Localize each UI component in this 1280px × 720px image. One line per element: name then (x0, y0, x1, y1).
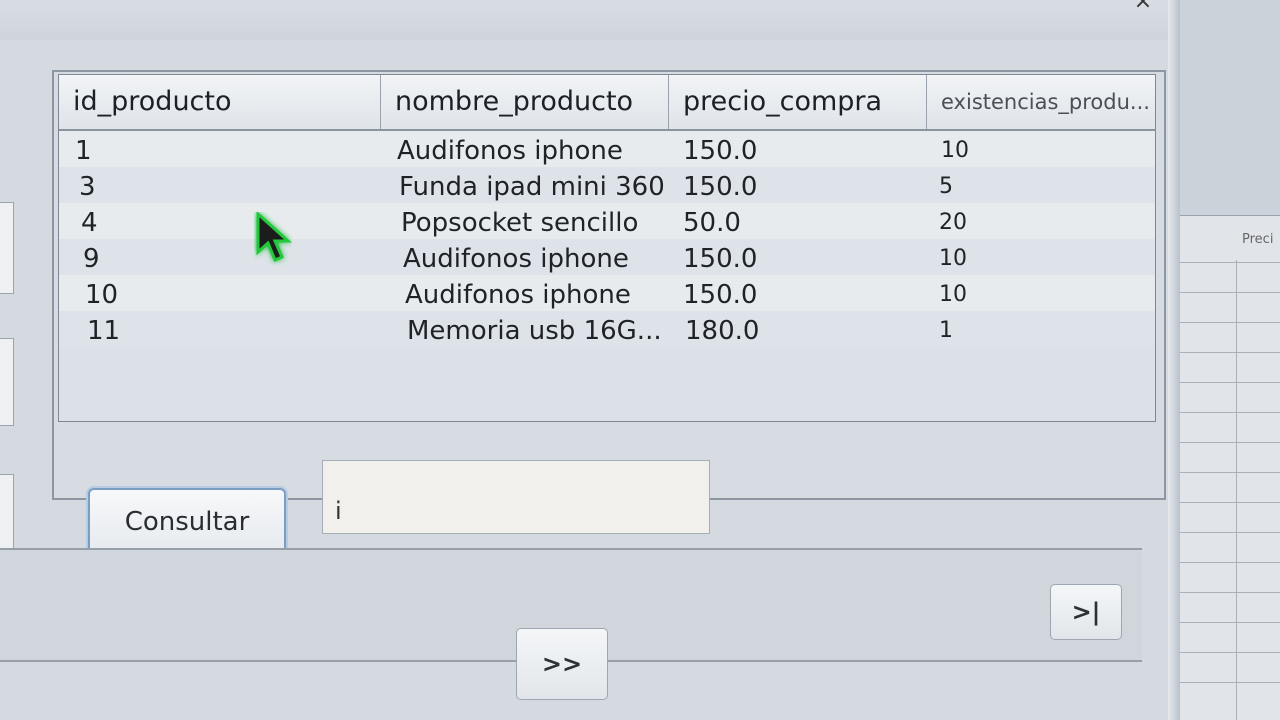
cell-precio: 150.0 (683, 244, 758, 274)
window-title-bar (0, 0, 1180, 40)
cell-id: 9 (83, 244, 100, 274)
cell-id: 11 (87, 316, 121, 346)
cell-precio: 180.0 (685, 316, 760, 346)
cell-nombre: Audifonos iphone (397, 136, 623, 166)
grid-line (1180, 652, 1280, 653)
grid-line (1236, 260, 1237, 720)
table-header: id_producto nombre_producto precio_compr… (59, 75, 1155, 131)
table-row[interactable]: 10 Audifonos iphone 150.0 10 (59, 275, 1155, 311)
close-icon[interactable]: × (1128, 0, 1158, 14)
cell-existencias: 10 (939, 246, 967, 271)
cell-nombre: Memoria usb 16G... (407, 316, 662, 346)
background-window: Preci (1180, 0, 1280, 720)
grid-line (1180, 502, 1280, 503)
cell-existencias: 1 (939, 318, 953, 343)
grid-line (1180, 562, 1280, 563)
next-page-button[interactable]: >> (516, 628, 608, 700)
consultar-button[interactable]: Consultar (88, 488, 286, 556)
grid-line (1180, 382, 1280, 383)
last-page-button[interactable]: >| (1050, 584, 1122, 640)
cell-existencias: 5 (939, 174, 953, 199)
cell-existencias: 10 (941, 138, 969, 163)
background-column-label: Preci (1242, 232, 1274, 247)
search-input[interactable]: i (322, 460, 710, 534)
table-row[interactable]: 9 Audifonos iphone 150.0 10 (59, 239, 1155, 275)
grid-line (1180, 292, 1280, 293)
grid-line (1180, 352, 1280, 353)
grid-line (1180, 442, 1280, 443)
cell-precio: 150.0 (683, 280, 758, 310)
cell-precio: 50.0 (683, 208, 741, 238)
grid-line (1180, 262, 1280, 263)
table-row[interactable]: 4 Popsocket sencillo 50.0 20 (59, 203, 1155, 239)
mouse-cursor-icon (256, 212, 292, 262)
cell-nombre: Funda ipad mini 360 (399, 172, 665, 202)
cell-nombre: Popsocket sencillo (401, 208, 639, 238)
cell-id: 1 (75, 136, 92, 166)
table-row[interactable]: 11 Memoria usb 16G... 180.0 1 (59, 311, 1155, 347)
table-row[interactable]: 3 Funda ipad mini 360 150.0 5 (59, 167, 1155, 203)
grid-line (1180, 622, 1280, 623)
side-input-field[interactable] (0, 202, 14, 294)
products-table: id_producto nombre_producto precio_compr… (58, 74, 1156, 422)
grid-line (1180, 412, 1280, 413)
cell-id: 10 (85, 280, 119, 310)
table-row[interactable]: 1 Audifonos iphone 150.0 10 (59, 131, 1155, 167)
cell-id: 4 (81, 208, 98, 238)
window-border (1168, 0, 1180, 720)
column-header-existencias[interactable]: existencias_produ... (927, 75, 1155, 129)
cell-existencias: 20 (939, 210, 967, 235)
cell-nombre: Audifonos iphone (405, 280, 631, 310)
side-input-field[interactable] (0, 338, 14, 426)
grid-line (1180, 592, 1280, 593)
cell-id: 3 (79, 172, 96, 202)
cell-existencias: 10 (939, 282, 967, 307)
column-header-precio[interactable]: precio_compra (669, 75, 927, 129)
cell-nombre: Audifonos iphone (403, 244, 629, 274)
column-header-id[interactable]: id_producto (59, 75, 381, 129)
cell-precio: 150.0 (683, 136, 758, 166)
side-input-field[interactable] (0, 474, 14, 558)
grid-line (1180, 472, 1280, 473)
background-window-header (1180, 0, 1280, 216)
table-scroll-pane: id_producto nombre_producto precio_compr… (52, 70, 1166, 500)
grid-line (1180, 682, 1280, 683)
navigation-panel: >> >| (0, 548, 1142, 700)
column-header-nombre[interactable]: nombre_producto (381, 75, 669, 129)
table-empty-area (59, 347, 1155, 421)
grid-line (1180, 532, 1280, 533)
cell-precio: 150.0 (683, 172, 758, 202)
grid-line (1180, 322, 1280, 323)
